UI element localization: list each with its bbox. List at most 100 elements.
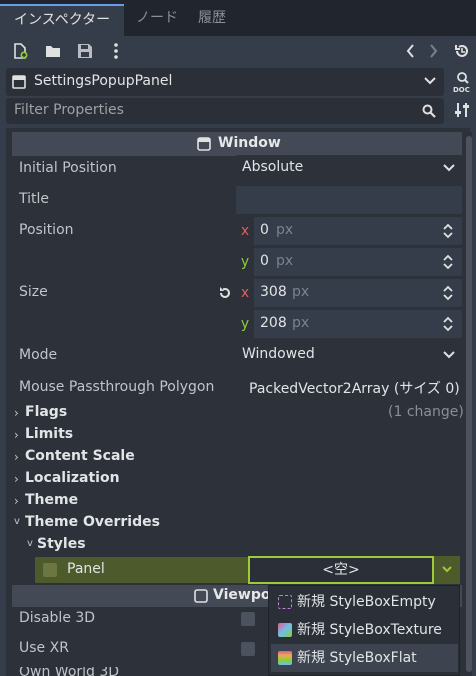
menu-item-label: 新規 StyleBoxEmpty (297, 594, 436, 610)
scrollbar-thumb[interactable] (466, 136, 472, 672)
spinner-icon[interactable] (442, 315, 454, 333)
spinner-icon[interactable] (442, 284, 454, 302)
size-x-input[interactable]: x 308 px (236, 279, 462, 307)
menu-item-stylebox-empty[interactable]: 新規 StyleBoxEmpty (271, 588, 458, 616)
window-section-header[interactable]: Window (12, 132, 462, 156)
chevron-right-icon: › (14, 472, 19, 486)
position-y-input[interactable]: y 0 px (236, 248, 462, 276)
panel-override-row[interactable]: Panel (35, 557, 249, 583)
search-icon (422, 104, 436, 118)
size-y-input[interactable]: y 208 px (236, 310, 462, 338)
use-xr-checkbox[interactable] (241, 642, 255, 656)
tab-node[interactable]: ノード (124, 4, 190, 36)
menu-item-stylebox-texture[interactable]: 新規 StyleBoxTexture (271, 616, 458, 644)
chevron-down-icon: v (14, 516, 20, 527)
group-localization[interactable]: Localization (25, 470, 120, 486)
panel-dropdown-button[interactable] (434, 556, 460, 584)
chevron-right-icon: › (14, 450, 19, 464)
node-type-icon (12, 75, 26, 89)
group-flags[interactable]: Flags (25, 404, 67, 420)
tab-inspector[interactable]: インスペクター (0, 4, 124, 36)
filter-properties-input[interactable]: Filter Properties (6, 98, 444, 124)
svg-text:DOC: DOC (453, 86, 470, 94)
own-world-row-clip: Own World 3D (19, 667, 219, 676)
axis-y-label: y (236, 248, 254, 276)
position-y-value: 0 (260, 253, 269, 269)
spinner-icon[interactable] (442, 253, 454, 271)
forward-icon[interactable] (429, 44, 439, 58)
filter-placeholder: Filter Properties (14, 102, 124, 118)
chevron-down-icon (442, 566, 452, 573)
axis-x-label: x (236, 217, 254, 245)
panel-value: <空> (322, 562, 360, 578)
group-styles[interactable]: Styles (37, 536, 86, 552)
chevron-down-icon: v (27, 538, 33, 549)
open-folder-icon[interactable] (45, 43, 61, 59)
mode-select[interactable]: Windowed (236, 342, 462, 370)
chevron-right-icon: › (14, 406, 19, 420)
axis-y-label: y (236, 310, 254, 338)
panel-label: Panel (67, 561, 105, 577)
menu-item-label: 新規 StyleBoxTexture (297, 622, 442, 638)
viewport-icon (194, 589, 208, 603)
object-name: SettingsPopupPanel (34, 73, 173, 89)
new-script-icon[interactable] (12, 43, 28, 59)
size-y-unit: px (292, 315, 310, 331)
more-icon[interactable] (112, 43, 120, 59)
mode-value: Windowed (242, 346, 315, 362)
stylebox-flat-icon (278, 651, 292, 665)
object-selector[interactable]: SettingsPopupPanel (6, 68, 444, 96)
title-label: Title (19, 191, 50, 207)
size-y-value: 208 (260, 315, 287, 331)
stylebox-texture-icon (278, 623, 292, 637)
group-theme-overrides[interactable]: Theme Overrides (25, 514, 160, 530)
position-x-input[interactable]: x 0 px (236, 217, 462, 245)
axis-x-label: x (236, 279, 254, 307)
window-icon (197, 137, 211, 151)
dock-tab-bar: インスペクター ノード 履歴 (0, 0, 476, 36)
position-y-unit: px (276, 253, 294, 269)
mouse-passthrough-value[interactable]: PackedVector2Array (サイズ 0) (236, 374, 462, 402)
tab-history[interactable]: 履歴 (188, 4, 238, 36)
filter-settings-icon[interactable] (455, 102, 469, 118)
size-label: Size (19, 284, 48, 300)
title-input[interactable] (236, 186, 462, 214)
position-x-unit: px (276, 222, 294, 238)
spinner-icon[interactable] (442, 222, 454, 240)
position-label: Position (19, 222, 74, 238)
window-section-title: Window (218, 135, 281, 151)
position-x-value: 0 (260, 222, 269, 238)
initial-position-value: Absolute (242, 159, 304, 175)
initial-position-select[interactable]: Absolute (236, 155, 462, 183)
chevron-right-icon: › (14, 428, 19, 442)
chevron-down-icon (443, 351, 455, 359)
chevron-down-icon (424, 76, 436, 86)
disable-3d-checkbox[interactable] (241, 612, 255, 626)
chevron-right-icon: › (14, 494, 19, 508)
panel-override-checkbox[interactable] (43, 563, 57, 577)
menu-item-stylebox-flat[interactable]: 新規 StyleBoxFlat (271, 644, 458, 672)
own-world-label: Own World 3D (19, 667, 120, 676)
flags-change-count: (1 change) (388, 404, 464, 420)
group-content-scale[interactable]: Content Scale (25, 448, 135, 464)
new-stylebox-menu: 新規 StyleBoxEmpty 新規 StyleBoxTexture 新規 S… (268, 585, 460, 676)
scrollbar-track[interactable] (466, 132, 472, 676)
disable-3d-label: Disable 3D (19, 610, 96, 626)
doc-icon[interactable]: DOC (452, 70, 472, 94)
back-icon[interactable] (405, 44, 415, 58)
panel-resource-picker[interactable]: <空> (248, 556, 434, 584)
use-xr-label: Use XR (19, 640, 69, 656)
mode-label: Mode (19, 347, 58, 363)
size-x-unit: px (292, 284, 310, 300)
reset-icon[interactable] (218, 286, 232, 300)
size-x-value: 308 (260, 284, 287, 300)
chevron-down-icon (443, 164, 455, 172)
save-icon[interactable] (77, 43, 93, 59)
group-limits[interactable]: Limits (25, 426, 73, 442)
history-icon[interactable] (454, 43, 470, 59)
group-theme[interactable]: Theme (25, 492, 78, 508)
mouse-passthrough-label: Mouse Passthrough Polygon (19, 379, 215, 395)
stylebox-empty-icon (278, 595, 292, 609)
mouse-passthrough-text: PackedVector2Array (サイズ 0) (249, 381, 460, 397)
menu-item-label: 新規 StyleBoxFlat (297, 650, 417, 666)
